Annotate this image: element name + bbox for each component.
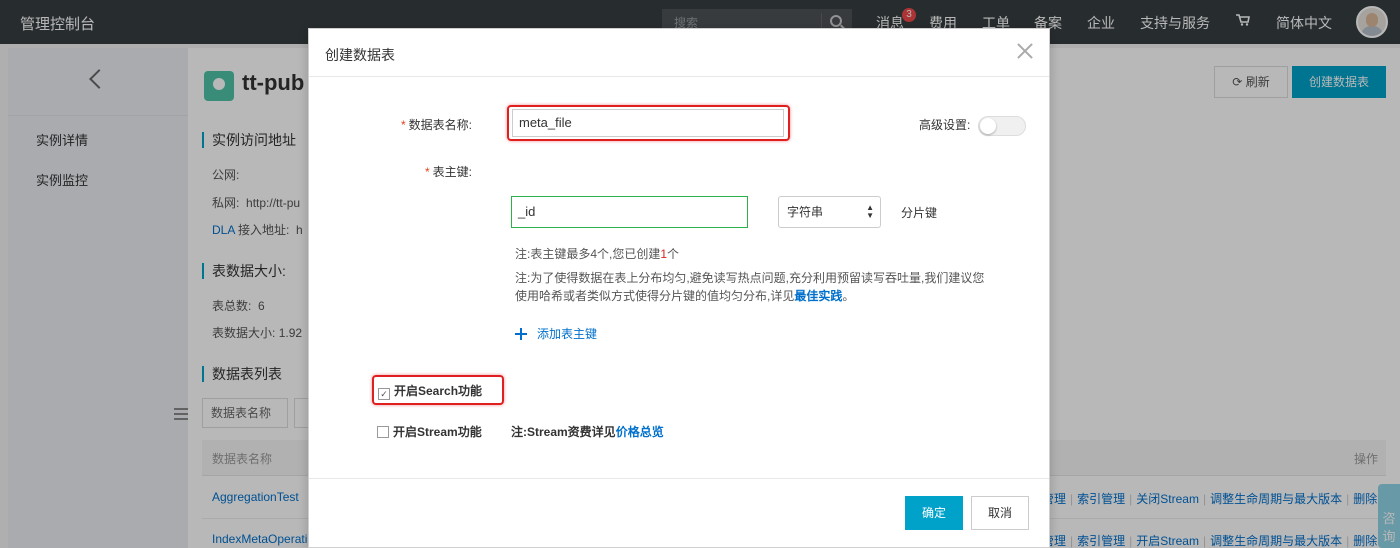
create-table-dialog: 创建数据表 * 数据表名称: meta_file 高级设置: * 表主键: _id … (308, 28, 1050, 548)
shard-advice-note-line1: 注:为了使得数据在表上分布均匀,避免读写热点问题,充分利用预留读写吞吐量,我们建… (515, 271, 985, 285)
advanced-settings-toggle[interactable] (978, 116, 1026, 136)
dialog-footer-divider (309, 478, 1049, 479)
search-feature-label[interactable]: 开启Search功能 (394, 384, 482, 398)
primary-key-type-value: 字符串 (787, 205, 824, 219)
cancel-button[interactable]: 取消 (971, 496, 1029, 530)
pricing-overview-link[interactable]: 价格总览 (616, 425, 664, 439)
primary-key-label: * 表主键: (425, 165, 473, 179)
best-practice-link[interactable]: 最佳实践 (794, 289, 842, 303)
pk-limit-note: 注:表主键最多4个,您已创建1个 (515, 245, 679, 263)
dialog-title: 创建数据表 (325, 47, 395, 63)
add-primary-key-button[interactable]: 添加表主键 (515, 325, 597, 342)
toggle-knob (980, 118, 996, 134)
table-name-label: * 数据表名称: (401, 118, 473, 132)
shard-advice-end: 。 (842, 289, 855, 303)
pk-note-suffix: 个 (667, 247, 680, 261)
table-name-input[interactable]: meta_file (512, 109, 784, 137)
stream-feature-label[interactable]: 开启Stream功能 (393, 425, 482, 439)
pk-note-prefix: 注:表主键最多4个,您已创建 (515, 247, 661, 261)
shard-key-label: 分片键 (901, 206, 938, 220)
primary-key-name-input[interactable]: _id (511, 196, 748, 228)
stream-feature-row: 开启Stream功能 (377, 423, 482, 440)
dialog-header: 创建数据表 (309, 29, 1049, 77)
plus-icon (515, 328, 527, 340)
stream-feature-checkbox[interactable] (377, 426, 389, 438)
confirm-button[interactable]: 确定 (905, 496, 963, 530)
primary-key-label-text: 表主键: (432, 165, 473, 179)
search-feature-checkbox[interactable]: ✓ (378, 388, 390, 400)
advanced-settings-label: 高级设置: (919, 118, 971, 132)
stream-pricing-note: 注:Stream资费详见价格总览 (511, 423, 664, 440)
close-icon[interactable] (1017, 43, 1033, 59)
add-primary-key-label: 添加表主键 (537, 327, 598, 341)
select-arrows-icon: ▲ ▼ (866, 203, 874, 220)
search-feature-row: ✓ 开启Search功能 (378, 382, 482, 400)
stream-note-text: 注:Stream资费详见 (511, 425, 616, 439)
shard-advice-text: 使用哈希或者类似方式使得分片键的值均匀分布,详见 (515, 289, 795, 303)
shard-advice-note-line2: 使用哈希或者类似方式使得分片键的值均匀分布,详见最佳实践。 (515, 287, 854, 305)
table-name-label-text: 数据表名称: (408, 118, 473, 132)
primary-key-type-select[interactable]: 字符串 ▲ ▼ (778, 196, 881, 228)
